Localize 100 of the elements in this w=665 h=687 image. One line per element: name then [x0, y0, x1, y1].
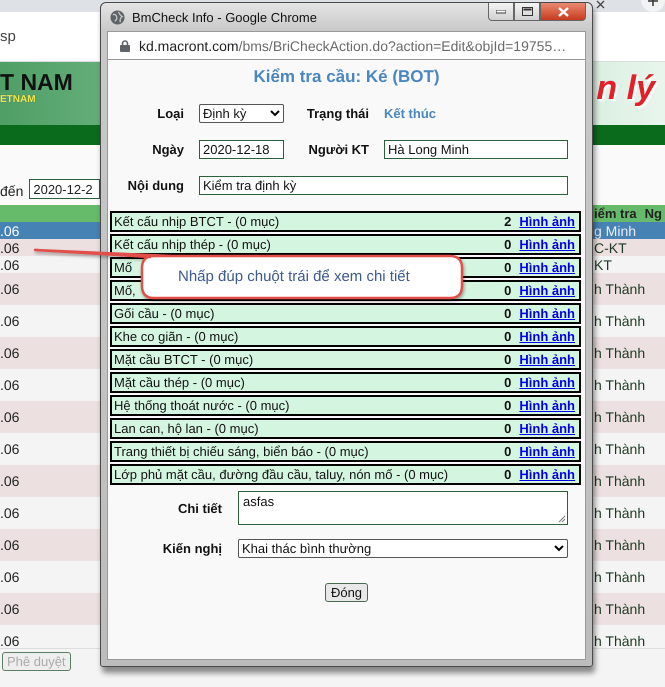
maximize-button[interactable]	[514, 3, 540, 21]
section-row[interactable]: Trang thiết bị chiếu sáng, biển báo - (0 mục) 0 Hình ảnh	[110, 441, 581, 462]
section-row[interactable]: Mặt cầu BTCT - (0 mục) 0 Hình ảnh	[110, 349, 581, 370]
dialog-heading: Kiểm tra cầu: Ké (BOT)	[253, 67, 440, 87]
section-row[interactable]: Mặt cầu thép - (0 mục) 0 Hình ảnh	[110, 372, 581, 393]
content-field[interactable]: Kiểm tra định kỳ	[199, 176, 568, 195]
table-cell[interactable]: .06	[0, 305, 100, 337]
item-count: 0	[504, 237, 512, 252]
close-button[interactable]	[540, 3, 586, 21]
table-cell[interactable]: .06	[0, 593, 100, 625]
image-link[interactable]: Hình ảnh	[519, 306, 575, 321]
item-count: 0	[504, 352, 512, 367]
field-label: Trạng thái	[306, 106, 369, 121]
table-cell[interactable]: h Thành	[590, 625, 665, 648]
section-label: Mặt cầu thép - (0 mục)	[114, 375, 246, 390]
table-cell[interactable]: h Thành	[590, 561, 665, 593]
table-cell[interactable]: .06	[0, 433, 100, 465]
field-label: Người KT	[307, 142, 369, 157]
field-label: Ngày	[151, 142, 184, 157]
section-label: Lớp phủ mặt cầu, đường đầu cầu, taluy, nón mố - (0 mục)	[114, 467, 450, 482]
image-link[interactable]: Hình ảnh	[519, 214, 575, 229]
item-count: 0	[504, 329, 512, 344]
type-select[interactable]: Định kỳ	[199, 104, 284, 123]
section-row[interactable]: Kết cấu nhịp BTCT - (0 mục) 2 Hình ảnh	[110, 211, 581, 232]
column-header: iểm tra	[594, 206, 637, 221]
image-link[interactable]: Hình ảnh	[519, 398, 575, 413]
table-cell[interactable]: .06	[0, 497, 100, 529]
image-link[interactable]: Hình ảnh	[519, 237, 575, 252]
table-cell[interactable]: h Thành	[590, 465, 665, 497]
item-count: 0	[504, 260, 512, 275]
table-cell[interactable]: .06	[0, 465, 100, 497]
item-count: 0	[504, 421, 512, 436]
maximize-icon	[522, 7, 532, 16]
item-count: 0	[504, 444, 512, 459]
table-cell[interactable]: .06	[0, 625, 100, 648]
section-row[interactable]: Lớp phủ mặt cầu, đường đầu cầu, taluy, nón mố - (0 mục) 0 Hình ảnh	[110, 464, 581, 485]
table-cell[interactable]: h Thành	[590, 529, 665, 561]
item-count: 0	[504, 467, 512, 482]
image-link[interactable]: Hình ảnh	[519, 467, 575, 482]
section-row[interactable]: Gối cầu - (0 mục) 0 Hình ảnh	[110, 303, 581, 324]
field-label: đến	[0, 183, 24, 199]
image-link[interactable]: Hình ảnh	[519, 283, 575, 298]
table-cell[interactable]: h Thành	[590, 433, 665, 465]
detail-field[interactable]: asfas	[238, 491, 568, 525]
address-text: sp	[0, 28, 16, 45]
new-tab-icon[interactable]	[641, 0, 665, 12]
table-cell[interactable]: .06	[0, 256, 100, 273]
table-cell[interactable]: .06	[0, 273, 100, 305]
status-value: Kết thúc	[384, 106, 437, 121]
close-icon	[558, 6, 568, 16]
table-cell[interactable]: h Thành	[590, 273, 665, 305]
section-label: Mố,	[114, 283, 137, 298]
table-cell[interactable]: g Minh	[590, 222, 665, 239]
image-link[interactable]: Hình ảnh	[519, 375, 575, 390]
table-cell[interactable]: h Thành	[590, 401, 665, 433]
logo-text: T NAM	[0, 70, 73, 94]
table-cell[interactable]: KT	[590, 256, 665, 273]
table-cell[interactable]: C-KT	[590, 239, 665, 256]
table-cell[interactable]: .06	[0, 337, 100, 369]
close-icon[interactable]	[596, 0, 605, 9]
table-cell[interactable]: .06	[0, 529, 100, 561]
globe-icon	[110, 10, 125, 25]
section-label: Hệ thống thoát nước - (0 mục)	[114, 398, 290, 413]
section-row[interactable]: Hệ thống thoát nước - (0 mục) 0 Hình ảnh	[110, 395, 581, 416]
image-link[interactable]: Hình ảnh	[519, 444, 575, 459]
image-link[interactable]: Hình ảnh	[519, 260, 575, 275]
section-row[interactable]: Lan can, hộ lan - (0 mục) 0 Hình ảnh	[110, 418, 581, 439]
item-count: 2	[504, 214, 512, 229]
banner-title: n lý	[596, 68, 658, 109]
image-link[interactable]: Hình ảnh	[519, 352, 575, 367]
item-count: 0	[504, 283, 512, 298]
table-cell[interactable]: .06	[0, 369, 100, 401]
close-dialog-button[interactable]: Đóng	[324, 583, 368, 602]
logo-subtext: ETNAM	[0, 94, 37, 106]
table-cell[interactable]: .06	[0, 401, 100, 433]
date-field[interactable]: 2020-12-2	[29, 179, 100, 199]
item-count: 0	[504, 375, 512, 390]
image-link[interactable]: Hình ảnh	[519, 421, 575, 436]
section-label: Kết cấu nhịp thép - (0 mục)	[114, 237, 272, 252]
field-label: Nội dung	[126, 178, 184, 193]
field-label: Chi tiết	[176, 500, 222, 516]
item-count: 0	[504, 398, 512, 413]
table-cell[interactable]: h Thành	[590, 497, 665, 529]
table-cell[interactable]: h Thành	[590, 337, 665, 369]
table-cell[interactable]: h Thành	[590, 593, 665, 625]
resize-handle-icon[interactable]	[558, 515, 566, 523]
caret-icon	[270, 110, 280, 117]
image-link[interactable]: Hình ảnh	[519, 329, 575, 344]
table-cell[interactable]: h Thành	[590, 369, 665, 401]
date-field[interactable]: 2020-12-18	[199, 140, 284, 159]
table-cell[interactable]: .06	[0, 561, 100, 593]
section-label: Mặt cầu BTCT - (0 mục)	[114, 352, 254, 367]
table-cell[interactable]: h Thành	[590, 305, 665, 337]
recommendation-select[interactable]: Khai thác bình thường	[238, 539, 568, 558]
inspector-field[interactable]: Hà Long Minh	[384, 140, 568, 159]
url-text: kd.macront.com/bms/BriCheckAction.do?action=Edit&objId=19755…	[139, 38, 566, 54]
section-row[interactable]: Khe co giãn - (0 mục) 0 Hình ảnh	[110, 326, 581, 347]
minimize-button[interactable]	[488, 3, 514, 21]
table-cell[interactable]: .06	[0, 222, 100, 239]
section-row[interactable]: Kết cấu nhịp thép - (0 mục) 0 Hình ảnh	[110, 234, 581, 255]
